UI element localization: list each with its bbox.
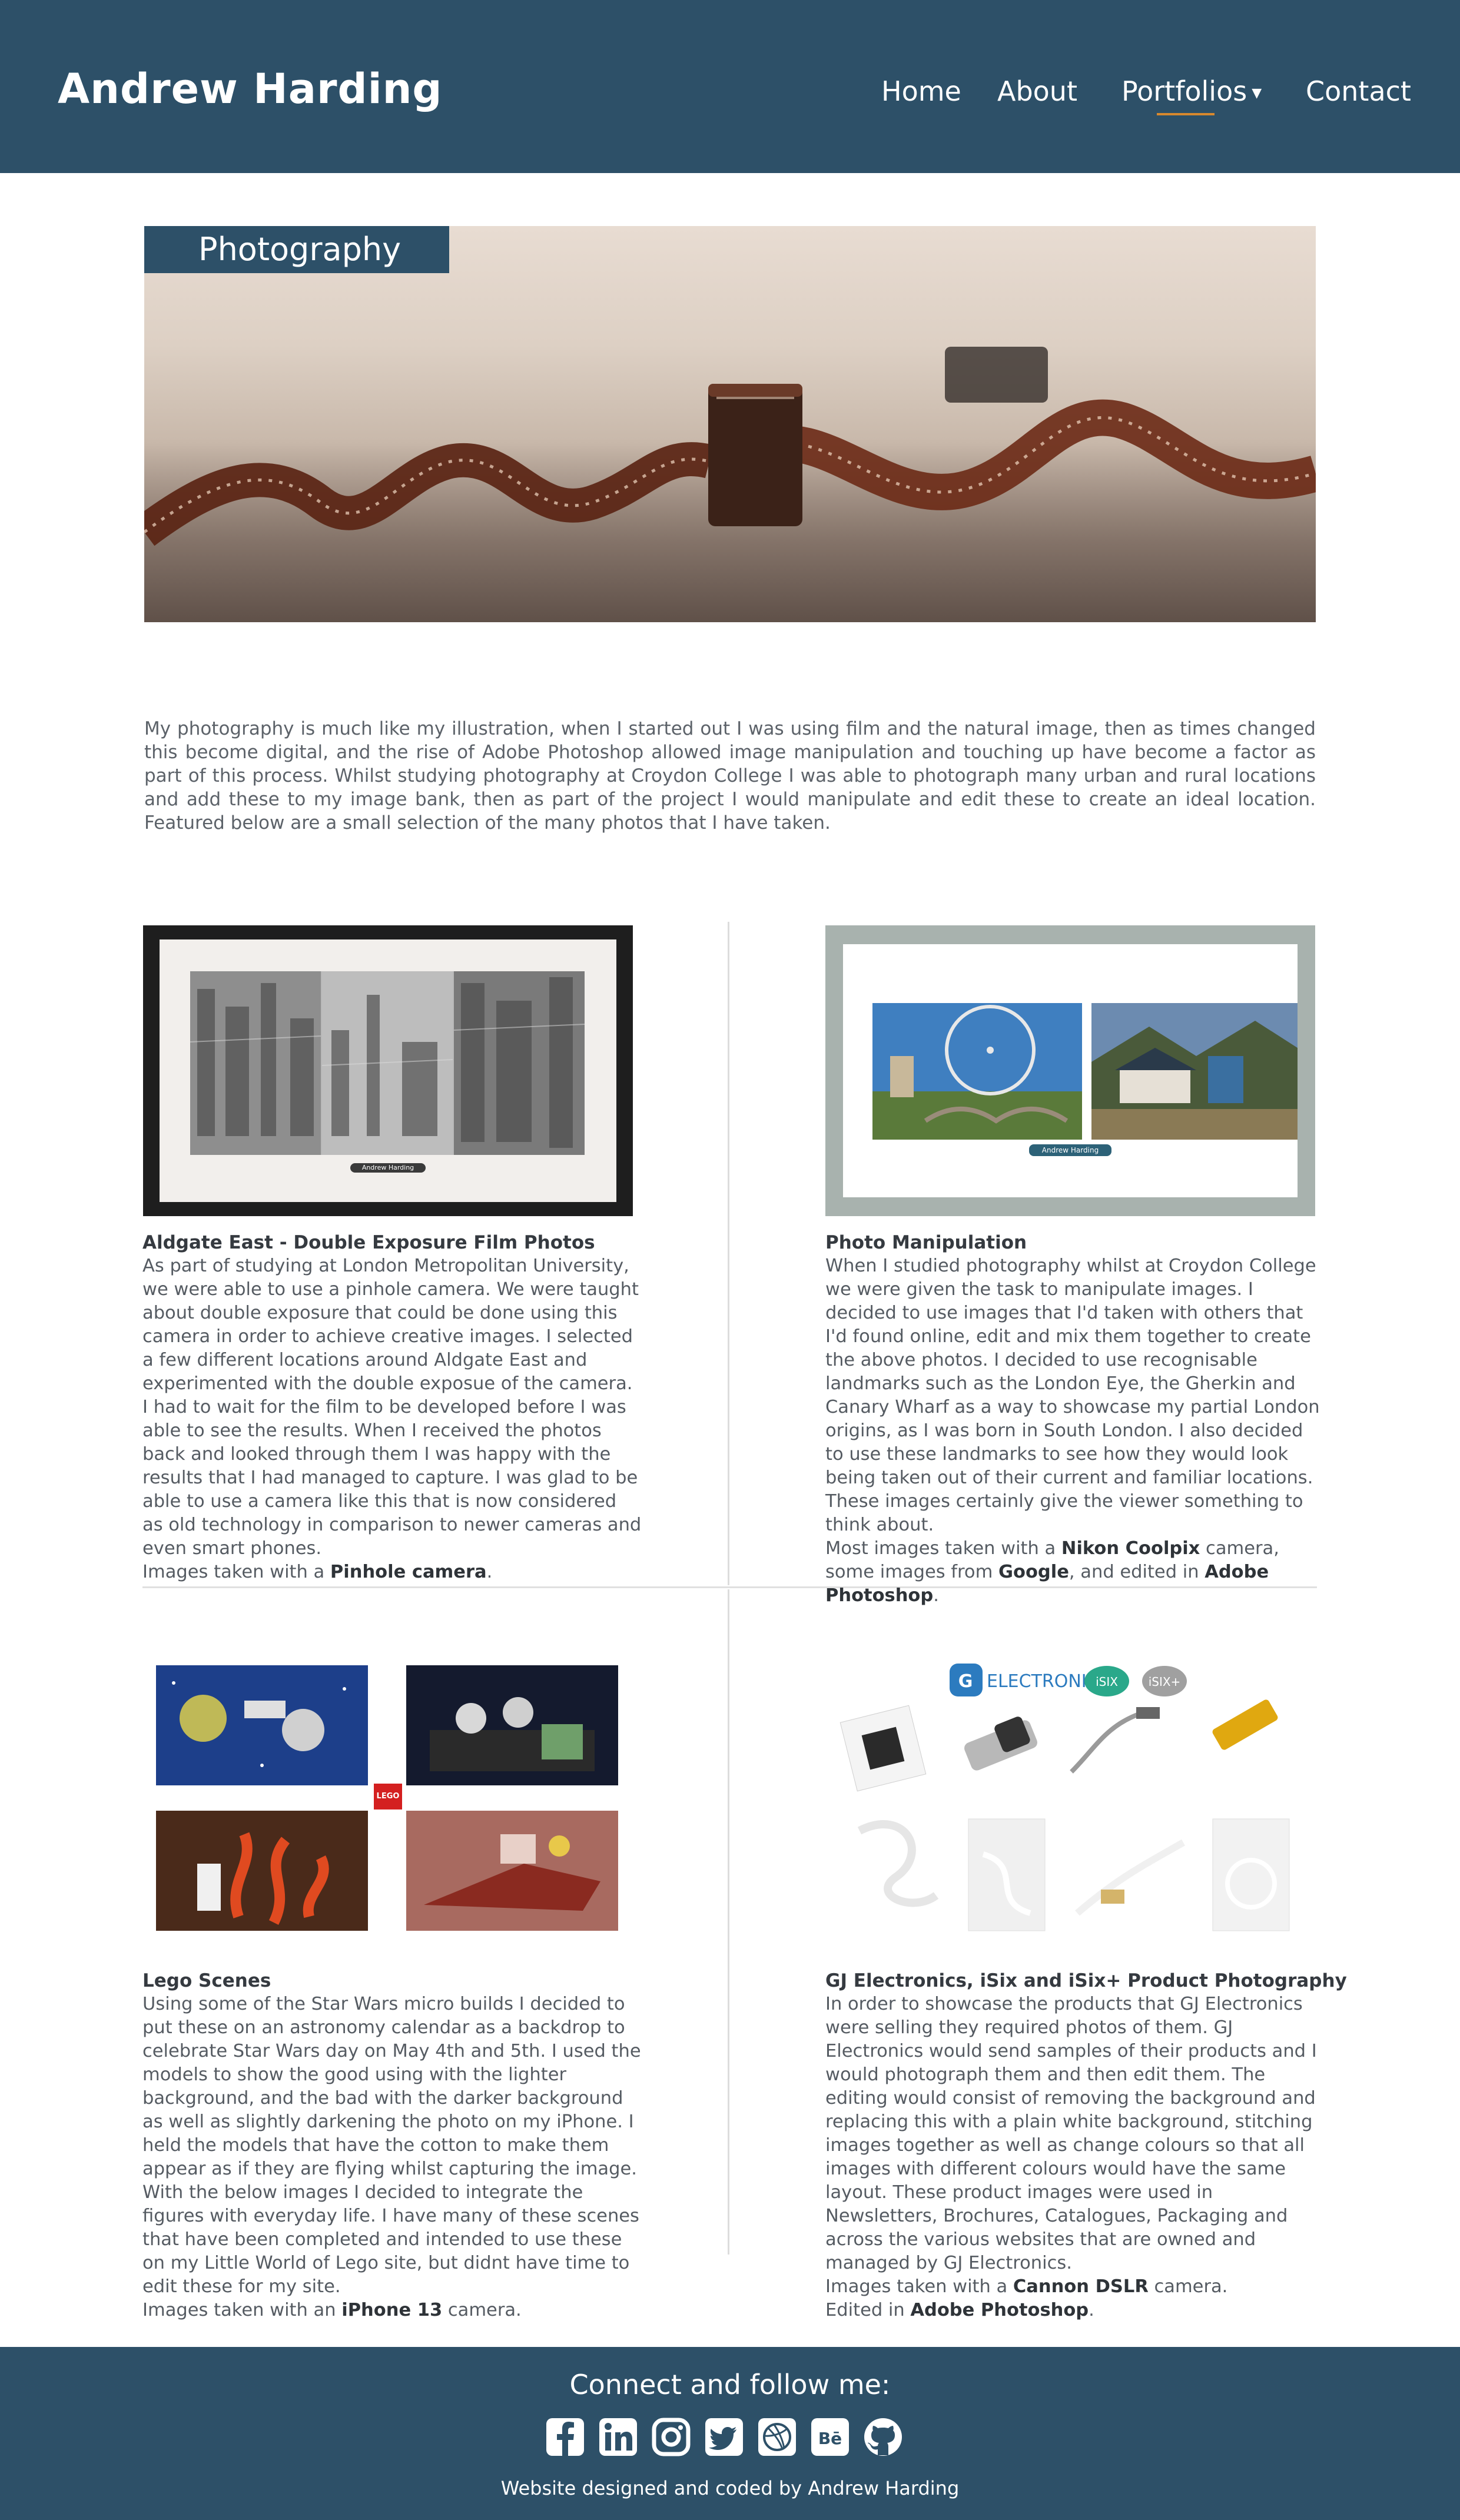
intro-paragraph: My photography is much like my illustrat…: [144, 718, 1316, 834]
credit-bold: Pinhole camera: [330, 1562, 487, 1582]
lego-photo-ship[interactable]: [406, 1811, 618, 1931]
credit-text: Images taken with an: [142, 2300, 342, 2320]
linkedin-icon[interactable]: [598, 2416, 639, 2458]
card-body: Using some of the Star Wars micro builds…: [142, 1994, 641, 2297]
banner-label: Photography: [198, 231, 402, 268]
site-header: Andrew Harding Home About Portfolios ▼ Co…: [0, 0, 1460, 173]
frame-tag: Andrew Harding: [350, 1163, 426, 1173]
nav-home[interactable]: Home: [881, 75, 961, 107]
credit-suffix: .: [1089, 2300, 1094, 2320]
card-body: When I studied photography whilst at Cro…: [825, 1256, 1320, 1535]
isix-logo-text: iSIX: [1096, 1675, 1118, 1689]
nav-portfolios-label: Portfolios: [1121, 75, 1247, 107]
lego-photo-space-bad[interactable]: [406, 1665, 618, 1785]
frame-tag: Andrew Harding: [1029, 1144, 1111, 1156]
lego-photo-space-good[interactable]: [156, 1665, 368, 1785]
credit-bold: Nikon Coolpix: [1061, 1538, 1200, 1559]
card-title-lego: Lego Scenes: [142, 1970, 271, 1991]
facebook-icon[interactable]: [545, 2416, 586, 2458]
behance-text: Bē: [818, 2429, 842, 2448]
credit-bold: Cannon DSLR: [1013, 2276, 1149, 2297]
caret-down-icon: ▼: [1252, 86, 1262, 101]
credit-bold: Adobe Photoshop: [910, 2300, 1089, 2320]
credit-suffix: .: [933, 1585, 939, 1606]
card-text-lego: Using some of the Star Wars micro builds…: [142, 1993, 643, 2322]
card-body: In order to showcase the products that G…: [825, 1994, 1317, 2273]
credit-suffix: camera.: [1148, 2276, 1228, 2297]
credit-bold: Google: [998, 1562, 1069, 1582]
card-text-aldgate: As part of studying at London Metropolit…: [142, 1254, 642, 1584]
card-title-aldgate: Aldgate East - Double Exposure Film Phot…: [142, 1232, 595, 1253]
active-nav-underline: [1157, 113, 1215, 115]
credit-suffix: .: [486, 1562, 493, 1582]
credit-text: Images taken with a: [142, 1562, 330, 1582]
column-divider-bottom: [728, 1589, 729, 2255]
column-divider-top: [728, 922, 729, 1585]
lego-photo-coral[interactable]: [156, 1811, 368, 1931]
nav-portfolios[interactable]: Portfolios ▼: [1121, 75, 1262, 107]
photo-mat: [843, 944, 1298, 1197]
nav-about[interactable]: About: [997, 75, 1077, 107]
photo-manipulation-framed-photo[interactable]: Andrew Harding: [825, 925, 1315, 1216]
credit-text: Images taken with a: [825, 2276, 1013, 2297]
lego-logo: LEGO: [374, 1784, 402, 1810]
svg-text:G: G: [958, 1671, 973, 1692]
gj-electronics-product-collage[interactable]: G ELECTRONICS iSIX iSIX+: [824, 1654, 1319, 1934]
isix-plus-logo-text: iSIX+: [1149, 1675, 1181, 1689]
credit-text: Edited in: [825, 2300, 911, 2320]
card-body: As part of studying at London Metropolit…: [142, 1256, 642, 1559]
card-text-gj-electronics: In order to showcase the products that G…: [825, 1993, 1320, 2322]
social-icons: Bē: [545, 2416, 921, 2458]
hero-banner-image: [144, 226, 1316, 622]
card-text-photo-manipulation: When I studied photography whilst at Cro…: [825, 1254, 1320, 1608]
banner-label-tag: Photography: [144, 226, 449, 273]
manipulated-photos: [872, 1003, 1298, 1140]
dribbble-icon[interactable]: [756, 2416, 798, 2458]
footer-credit: Website designed and coded by Andrew Har…: [500, 2477, 960, 2499]
card-title-photo-manipulation: Photo Manipulation: [825, 1232, 1027, 1253]
aldgate-framed-photo[interactable]: Andrew Harding: [143, 925, 633, 1216]
nav-contact[interactable]: Contact: [1306, 75, 1411, 107]
credit-suffix: camera.: [442, 2300, 522, 2320]
double-exposure-photos: [190, 971, 585, 1155]
twitter-icon[interactable]: [704, 2416, 745, 2458]
card-title-gj-electronics: GJ Electronics, iSix and iSix+ Product P…: [825, 1970, 1347, 1991]
credit-text: , and edited in: [1069, 1562, 1205, 1582]
github-icon[interactable]: [862, 2416, 904, 2458]
behance-icon[interactable]: Bē: [809, 2416, 851, 2458]
site-title[interactable]: Andrew Harding: [58, 65, 443, 113]
footer-heading: Connect and follow me:: [569, 2369, 891, 2401]
product-photos: G ELECTRONICS iSIX iSIX+: [840, 1664, 1290, 1931]
credit-text: Most images taken with a: [825, 1538, 1061, 1559]
instagram-icon[interactable]: [651, 2416, 692, 2458]
credit-bold: iPhone 13: [341, 2300, 443, 2320]
film-strip-illustration: [144, 347, 1316, 622]
